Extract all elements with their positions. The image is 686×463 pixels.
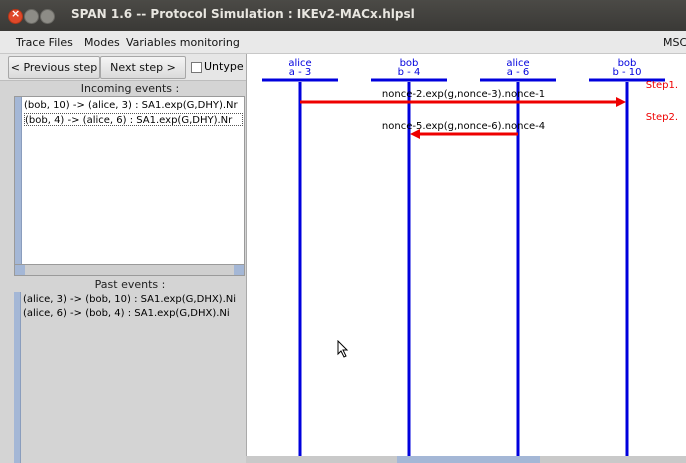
past-event-item[interactable]: (alice, 3) -> (bob, 10) : SA1.exp(G,DHX)… [23, 293, 236, 306]
step-label: Step2. [646, 112, 678, 123]
step-label: Step1. [646, 80, 678, 91]
past-event-item[interactable]: (alice, 6) -> (bob, 4) : SA1.exp(G,DHX).… [23, 307, 230, 320]
mouse-pointer-icon [337, 340, 349, 358]
menu-variables-monitoring[interactable]: Variables monitoring [126, 36, 240, 49]
menubar: Trace Files Modes Variables monitoring [0, 31, 686, 54]
past-scrollbar[interactable] [14, 292, 21, 463]
previous-step-button[interactable]: < Previous step [8, 56, 100, 79]
msc-menu[interactable]: MSC [663, 36, 686, 49]
untype-checkbox[interactable] [191, 62, 202, 73]
maximize-window-button[interactable] [40, 9, 55, 24]
untype-label: Untype [204, 60, 244, 73]
window-title: SPAN 1.6 -- Protocol Simulation : IKEv2-… [71, 7, 415, 21]
events-panel: Incoming events : (bob, 10) -> (alice, 3… [0, 81, 246, 463]
minimize-window-button[interactable] [24, 9, 39, 24]
past-events-title: Past events : [94, 278, 166, 291]
scroll-right-icon[interactable] [234, 265, 244, 275]
menu-trace-files[interactable]: Trace Files [16, 36, 73, 49]
menu-modes[interactable]: Modes [84, 36, 120, 49]
incoming-event-item[interactable]: (bob, 10) -> (alice, 3) : SA1.exp(G,DHY)… [24, 99, 238, 112]
incoming-scrollbar[interactable] [15, 97, 22, 265]
incoming-events-title: Incoming events : [80, 82, 180, 95]
sequence-diagram: alice a - 3 bob b - 4 alice a - 6 bob b - 10 non… [246, 54, 686, 463]
incoming-horizontal-scrollbar[interactable] [14, 264, 245, 276]
close-icon: × [11, 7, 21, 20]
diagram-horizontal-scrollbar[interactable] [246, 456, 686, 463]
next-step-button[interactable]: Next step > [100, 56, 186, 79]
diagram-scroll-thumb[interactable] [397, 456, 540, 463]
message-label: nonce-2.exp(g,nonce-3).nonce-1 [382, 89, 545, 100]
agent-instance: a - 6 [507, 67, 529, 78]
close-window-button[interactable]: × [8, 7, 23, 24]
sequence-diagram-canvas: alicea - 3bobb - 4alicea - 6bobb - 10non… [262, 58, 678, 456]
past-events-list[interactable]: (alice, 3) -> (bob, 10) : SA1.exp(G,DHX)… [14, 292, 243, 463]
incoming-events-list[interactable]: (bob, 10) -> (alice, 3) : SA1.exp(G,DHY)… [14, 96, 245, 265]
window-titlebar: × SPAN 1.6 -- Protocol Simulation : IKEv… [0, 0, 686, 31]
message-arrowhead [616, 97, 626, 107]
agent-instance: a - 3 [289, 67, 311, 78]
message-label: nonce-5.exp(g,nonce-6).nonce-4 [382, 121, 545, 132]
agent-instance: b - 10 [612, 67, 641, 78]
step-controls: < Previous step Next step > Untype [0, 54, 246, 81]
incoming-event-item[interactable]: (bob, 4) -> (alice, 6) : SA1.exp(G,DHY).… [24, 113, 243, 126]
agent-instance: b - 4 [398, 67, 421, 78]
scroll-left-icon[interactable] [15, 265, 25, 275]
